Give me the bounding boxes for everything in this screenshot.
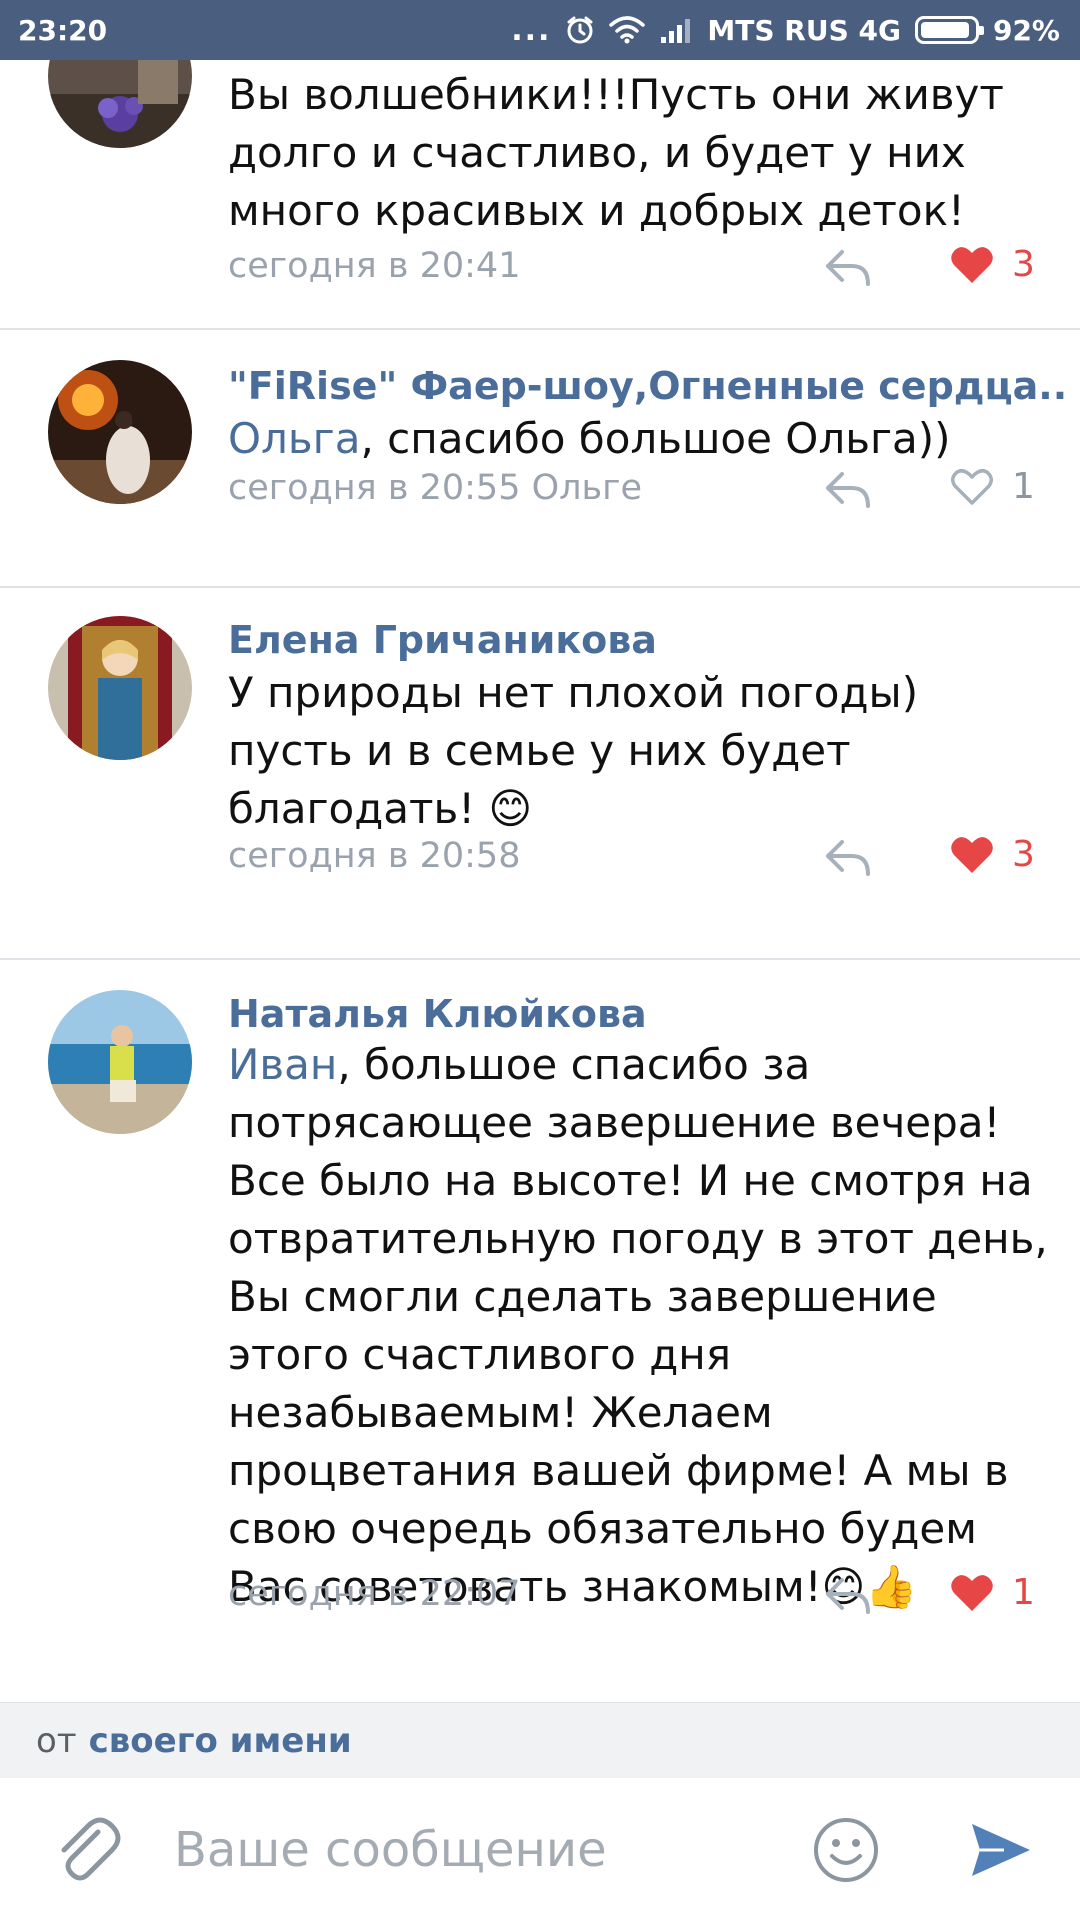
reply-mention[interactable]: Иван (228, 1040, 337, 1089)
comment-item: Елена Гричаникова У природы нет плохой п… (0, 588, 1080, 956)
avatar[interactable] (48, 990, 192, 1134)
paperclip-icon[interactable] (52, 1814, 122, 1884)
comment-author[interactable]: "FiRise" Фаер-шоу,Огненные сердца.. (228, 364, 1067, 408)
battery-percent: 92% (992, 13, 1060, 47)
comment-author[interactable]: Елена Гричаникова (228, 618, 657, 662)
avatar-image (48, 990, 192, 1134)
status-time: 23:20 (18, 13, 108, 47)
comment-text-body: У природы нет плохой погоды) пусть и в с… (228, 668, 919, 833)
more-notifications-icon: ... (511, 12, 552, 48)
comment-text-body: , спасибо большое Ольга)) (360, 414, 951, 463)
avatar-image (48, 360, 192, 504)
post-as-selector[interactable]: своего имени (89, 1721, 352, 1761)
like-button[interactable]: 3 (950, 834, 1035, 875)
comment-text-body: Вы волшебники!!!Пусть они живут долго и … (228, 70, 1004, 235)
reply-icon[interactable] (824, 248, 872, 288)
comment-time: сегодня в 22:07 (228, 1574, 521, 1614)
like-count: 3 (1012, 244, 1035, 285)
comment-text-body: , большое спасибо за потрясающее заверше… (228, 1040, 1048, 1611)
post-as-prefix: от (36, 1720, 77, 1761)
heart-outline-icon (951, 468, 993, 505)
comment-text: Иван, большое спасибо за потрясающее зав… (228, 1036, 1048, 1616)
battery-level (920, 22, 969, 38)
comment-time: сегодня в 20:58 (228, 836, 521, 876)
comment-text: Ольга, спасибо большое Ольга)) (228, 410, 1048, 468)
send-icon[interactable] (968, 1818, 1032, 1882)
heart-icon (951, 836, 993, 873)
heart-icon (951, 246, 993, 283)
reply-mention[interactable]: Ольга (228, 414, 360, 463)
like-button[interactable]: 3 (950, 244, 1035, 285)
like-count: 3 (1012, 834, 1035, 875)
avatar-image (48, 60, 192, 148)
battery-icon (914, 16, 984, 44)
avatar[interactable] (48, 616, 192, 760)
reply-icon[interactable] (824, 1576, 872, 1616)
comment-item: Вы волшебники!!!Пусть они живут долго и … (0, 60, 1080, 328)
comment-text: У природы нет плохой погоды) пусть и в с… (228, 664, 1048, 838)
status-icons: ... MTS RUS 4G 92% (511, 13, 1060, 48)
like-count: 1 (1012, 1572, 1035, 1613)
alarm-icon (567, 16, 593, 44)
compose-bar (0, 1778, 1080, 1920)
avatar-image (48, 616, 192, 760)
comment-author[interactable]: Наталья Клюйкова (228, 992, 647, 1036)
avatar[interactable] (48, 60, 192, 148)
comment-item: Наталья Клюйкова Иван, большое спасибо з… (0, 960, 1080, 1702)
like-button[interactable]: 1 (950, 466, 1035, 507)
wifi-icon (609, 16, 646, 44)
message-input[interactable] (172, 1808, 776, 1892)
heart-icon (951, 1574, 993, 1611)
like-count: 1 (1012, 466, 1035, 507)
post-as-bar: от своего имени (0, 1702, 1080, 1778)
comment-time: сегодня в 20:41 (228, 246, 521, 286)
reply-icon[interactable] (824, 838, 872, 878)
comment-item: "FiRise" Фаер-шоу,Огненные сердца.. Ольг… (0, 330, 1080, 538)
status-bar: 23:20 ... MTS RUS 4G 92% (0, 0, 1080, 60)
comments-feed[interactable]: Вы волшебники!!!Пусть они живут долго и … (0, 60, 1080, 1702)
like-button[interactable]: 1 (950, 1572, 1035, 1613)
reply-icon[interactable] (824, 470, 872, 510)
smiley-icon[interactable] (812, 1816, 880, 1884)
carrier-label: MTS RUS 4G (707, 13, 901, 47)
comment-text: Вы волшебники!!!Пусть они живут долго и … (228, 66, 1048, 240)
avatar[interactable] (48, 360, 192, 504)
comment-time: сегодня в 20:55 Ольге (228, 468, 643, 508)
signal-icon (661, 19, 691, 43)
